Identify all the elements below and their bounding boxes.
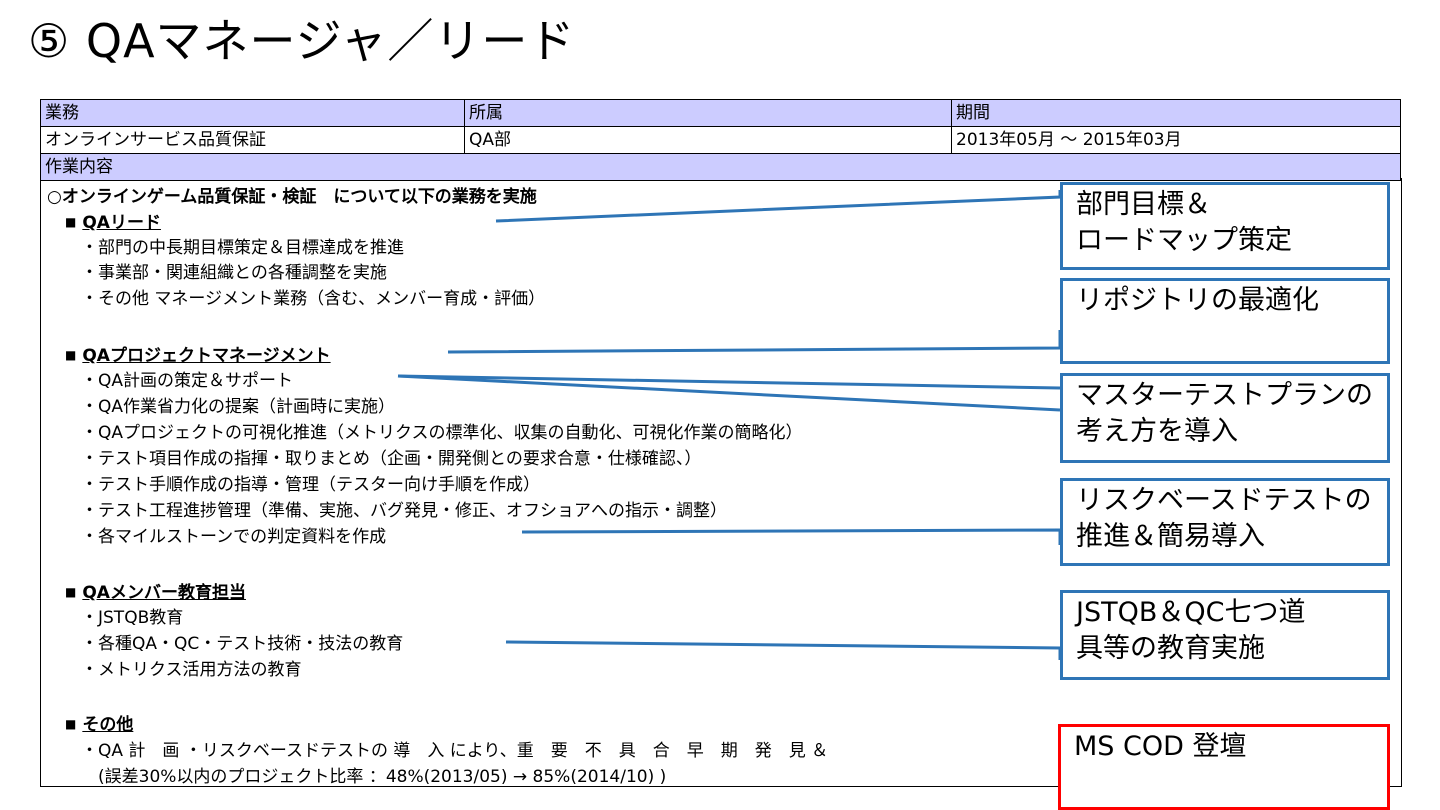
callout-line: 部門目標＆ [1076, 189, 1211, 220]
callout-line: マスターテストプランの [1076, 380, 1373, 411]
callout-line: MS COD 登壇 [1074, 731, 1247, 762]
list-item: (誤差30%以内のプロジェクト比率 ：48%(2013/05) → 85%(20… [81, 767, 667, 787]
header-business: 業務 [40, 99, 465, 127]
section-heading-project-management: ■ QAプロジェクトマネージメント [65, 346, 331, 366]
callout-line: ロードマップ策定 [1076, 225, 1292, 256]
callout-risk-based-testing: リスクベースドテストの 推進＆簡易導入 [1060, 478, 1390, 566]
intro-text: ○オンラインゲーム品質保証・検証 について以下の業務を実施 [47, 187, 537, 207]
list-item: ・テスト項目作成の指揮・取りまとめ（企画・開発側との要求合意・仕様確認、） [81, 449, 702, 469]
square-bullet-icon: ■ [65, 585, 77, 599]
callout-roadmap: 部門目標＆ ロードマップ策定 [1060, 182, 1390, 270]
callout-line: リスクベースドテストの [1076, 485, 1372, 516]
callout-master-test-plan: マスターテストプランの 考え方を導入 [1060, 373, 1390, 463]
callout-line: 具等の教育実施 [1076, 633, 1265, 664]
list-item: ・QA 計 画 ・リスクベースドテストの 導 入 により、重 要 不 具 合 早… [81, 741, 829, 761]
callout-education: JSTQB＆QC七つ道 具等の教育実施 [1060, 590, 1390, 680]
list-item: ・QAプロジェクトの可視化推進（メトリクスの標準化、収集の自動化、可視化作業の簡… [81, 423, 803, 443]
list-item: ・テスト手順作成の指導・管理（テスター向け手順を作成） [81, 475, 540, 495]
header-period: 期間 [951, 99, 1401, 127]
header-department: 所属 [464, 99, 952, 127]
list-item: ・テスト工程進捗管理（準備、実施、バグ発見・修正、オフショアへの指示・調整） [81, 501, 727, 521]
section-heading-education: ■ QAメンバー教育担当 [65, 583, 246, 603]
square-bullet-icon: ■ [65, 215, 77, 229]
value-business: オンラインサービス品質保証 [40, 126, 465, 154]
callout-line: 考え方を導入 [1076, 416, 1238, 447]
list-item: ・QA作業省力化の提案（計画時に実施） [81, 397, 396, 417]
callout-line: 推進＆簡易導入 [1076, 521, 1265, 552]
page-title: ⑤ QAマネージャ／リード [28, 14, 576, 68]
list-item: ・部門の中長期目標策定＆目標達成を推進 [81, 238, 404, 258]
value-department: QA部 [464, 126, 952, 154]
list-item: ・事業部・関連組織との各種調整を実施 [81, 263, 387, 283]
callout-line: リポジトリの最適化 [1076, 285, 1319, 316]
content-header: 作業内容 [40, 153, 1401, 181]
section-heading-other: ■ その他 [65, 715, 134, 735]
callout-line: JSTQB＆QC七つ道 [1076, 597, 1306, 628]
info-value-row: オンラインサービス品質保証 QA部 2013年05月 ～ 2015年03月 [40, 126, 1401, 154]
callout-ms-cod: MS COD 登壇 [1058, 724, 1390, 810]
list-item: ・QA計画の策定＆サポート [81, 371, 294, 391]
list-item: ・JSTQB教育 [81, 608, 184, 628]
list-item: ・各マイルストーンでの判定資料を作成 [81, 527, 387, 547]
info-table: 業務 所属 期間 オンラインサービス品質保証 QA部 2013年05月 ～ 20… [40, 99, 1401, 181]
section-heading-qa-lead: ■ QAリード [65, 213, 161, 233]
list-item: ・その他 マネージメント業務（含む、メンバー育成・評価） [81, 289, 546, 309]
info-header-row: 業務 所属 期間 [40, 99, 1401, 127]
value-period: 2013年05月 ～ 2015年03月 [951, 126, 1401, 154]
square-bullet-icon: ■ [65, 348, 77, 362]
square-bullet-icon: ■ [65, 717, 77, 731]
list-item: ・各種QA・QC・テスト技術・技法の教育 [81, 634, 404, 654]
list-item: ・メトリクス活用方法の教育 [81, 660, 302, 680]
callout-repository: リポジトリの最適化 [1060, 278, 1390, 364]
content-header-row: 作業内容 [40, 153, 1401, 181]
